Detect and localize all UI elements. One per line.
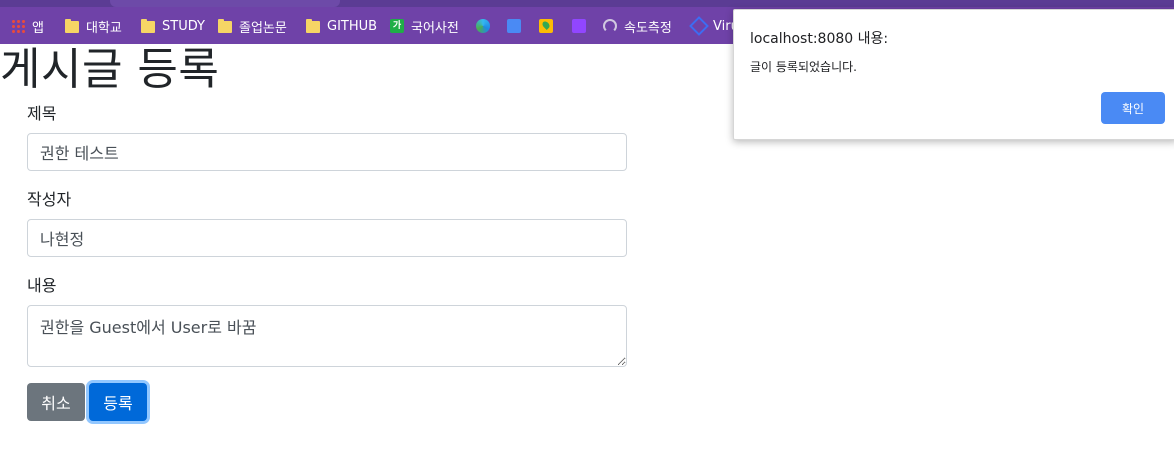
content-label: 내용 bbox=[27, 276, 57, 295]
bookmark-google-translate[interactable] bbox=[507, 16, 528, 36]
folder-icon bbox=[65, 19, 79, 33]
folder-icon bbox=[218, 19, 232, 33]
maps-icon bbox=[539, 19, 553, 33]
virustotal-icon bbox=[689, 16, 709, 36]
twitch-icon bbox=[572, 19, 586, 33]
content-textarea[interactable]: 권한을 Guest에서 User로 바꿈 bbox=[27, 305, 627, 367]
bookmark-apps[interactable]: 앱 bbox=[11, 16, 44, 36]
bookmark-label: GITHUB bbox=[327, 18, 378, 34]
bookmark-speed-test[interactable]: 속도측정 bbox=[603, 16, 672, 36]
google-translate-icon bbox=[507, 19, 521, 33]
bookmark-maps[interactable] bbox=[539, 16, 560, 36]
active-tab[interactable] bbox=[110, 0, 340, 7]
speedometer-icon bbox=[603, 19, 617, 33]
bookmark-folder-github[interactable]: GITHUB bbox=[306, 16, 377, 36]
bookmark-label: 졸업논문 bbox=[239, 20, 287, 36]
bookmark-folder-study[interactable]: STUDY bbox=[141, 16, 205, 36]
folder-icon bbox=[141, 19, 155, 33]
bookmark-label: 국어사전 bbox=[411, 20, 459, 36]
bookmark-label: STUDY bbox=[162, 18, 205, 34]
alert-dialog: localhost:8080 내용: 글이 등록되었습니다. 확인 bbox=[733, 9, 1174, 140]
submit-button[interactable]: 등록 bbox=[89, 383, 147, 421]
alert-ok-button[interactable]: 확인 bbox=[1101, 92, 1165, 124]
bookmark-label: 속도측정 bbox=[624, 20, 672, 36]
dictionary-icon: 가 bbox=[390, 19, 404, 33]
bookmark-virustotal[interactable]: Viru bbox=[689, 16, 739, 36]
page-title: 게시글 등록 bbox=[0, 44, 220, 95]
writer-input[interactable] bbox=[27, 219, 627, 257]
alert-message: 글이 등록되었습니다. bbox=[750, 60, 857, 74]
edge-icon bbox=[476, 19, 490, 33]
cancel-button[interactable]: 취소 bbox=[27, 383, 85, 421]
title-input[interactable] bbox=[27, 133, 627, 171]
alert-title: localhost:8080 내용: bbox=[750, 31, 889, 47]
browser-page: 앱 대학교 STUDY 졸업논문 GITHUB 가 국어사전 속도측정 Viru… bbox=[0, 0, 1174, 449]
bookmark-edge[interactable] bbox=[476, 16, 497, 36]
bookmark-korean-dictionary[interactable]: 가 국어사전 bbox=[390, 16, 459, 36]
bookmark-twitch[interactable] bbox=[572, 16, 593, 36]
bookmark-label: 앱 bbox=[32, 20, 44, 36]
bookmark-folder-university[interactable]: 대학교 bbox=[65, 16, 122, 36]
apps-icon bbox=[11, 19, 25, 33]
writer-label: 작성자 bbox=[27, 190, 72, 209]
bookmark-label: 대학교 bbox=[86, 20, 122, 36]
tab-strip bbox=[0, 0, 1174, 7]
folder-icon bbox=[306, 19, 320, 33]
title-label: 제목 bbox=[27, 104, 57, 123]
bookmark-folder-thesis[interactable]: 졸업논문 bbox=[218, 16, 287, 36]
